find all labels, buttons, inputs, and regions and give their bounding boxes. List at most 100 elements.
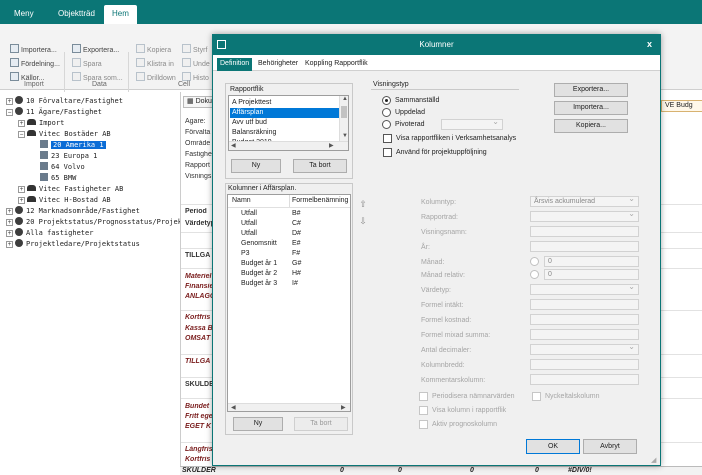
dialog-title-bar[interactable]: Kolumner x	[213, 35, 660, 55]
tree-node[interactable]: 64 Volvo	[40, 162, 85, 173]
scroll-left-icon[interactable]: ◀	[231, 404, 236, 411]
pivoterad-select[interactable]	[441, 117, 503, 130]
col-row-namn[interactable]: Genomsnitt	[241, 240, 277, 247]
chk-periodisera[interactable]	[419, 392, 428, 401]
tree-node[interactable]: + Vitec Fastigheter AB	[18, 184, 123, 195]
kolumner-ta-bort-button[interactable]: Ta bort	[294, 417, 348, 431]
tree-node[interactable]: +12 Marknadsområde/Fastighet	[6, 206, 140, 217]
col-row-formel[interactable]: B#	[292, 210, 301, 217]
move-up-icon[interactable]: ⇧	[357, 198, 369, 210]
rapportflik-ta-bort-button[interactable]: Ta bort	[293, 159, 347, 173]
tree-node[interactable]: 65 BMW	[40, 173, 76, 184]
expand-icon[interactable]: +	[6, 208, 13, 215]
col-row-formel[interactable]: C#	[292, 220, 301, 227]
col-row-namn[interactable]: Budget år 3	[241, 280, 277, 287]
kopiera-button[interactable]: Kopiera	[136, 44, 171, 56]
chk-anvand-projektuppfoljning[interactable]	[383, 148, 392, 157]
drilldown-button[interactable]: Drilldown	[136, 72, 176, 84]
manad-relativ-radio[interactable]	[530, 270, 539, 279]
scroll-down-icon[interactable]: ▼	[342, 133, 348, 139]
col-header-namn[interactable]: Namn	[232, 197, 251, 204]
expand-icon[interactable]: +	[6, 230, 13, 237]
chk-aktiv-prognos[interactable]	[419, 420, 428, 429]
expand-icon[interactable]: +	[18, 120, 25, 127]
expand-icon[interactable]: +	[18, 186, 25, 193]
tree-node[interactable]: − Vitec Bostäder AB	[18, 129, 111, 140]
formel-kostnad-input[interactable]	[530, 314, 639, 325]
tab-objekttrad[interactable]: Objektträd	[50, 5, 103, 24]
formel-mixad-input[interactable]	[530, 329, 639, 340]
col-header-formel[interactable]: Formelbenämning	[292, 197, 348, 204]
move-down-icon[interactable]: ⇩	[357, 215, 369, 227]
scroll-left-icon[interactable]: ◀	[231, 142, 236, 149]
manad-input[interactable]: 0	[544, 256, 639, 267]
kolumnbredd-input[interactable]	[530, 359, 639, 370]
visningsnamn-input[interactable]	[530, 226, 639, 237]
rapportflik-list[interactable]: A Projekttest Affärsplan Avv utf bud Bal…	[228, 95, 349, 151]
styr-button[interactable]: Styrf	[182, 44, 207, 56]
tree-node[interactable]: −11 Ägare/Fastighet	[6, 107, 102, 118]
tree-node[interactable]: + Import	[18, 118, 64, 129]
expand-icon[interactable]: +	[6, 98, 13, 105]
rapportrad-select[interactable]	[530, 209, 639, 222]
col-row-formel[interactable]: I#	[292, 280, 298, 287]
kolumner-ny-button[interactable]: Ny	[233, 417, 283, 431]
col-row-namn[interactable]: Budget år 2	[241, 270, 277, 277]
vertical-scrollbar[interactable]: ▲ ▼	[339, 96, 348, 141]
resize-grip-icon[interactable]: ◢	[651, 456, 656, 464]
radio-pivoterad[interactable]	[382, 120, 391, 129]
scroll-right-icon[interactable]: ▶	[341, 404, 346, 411]
collapse-icon[interactable]: −	[18, 131, 25, 138]
tab-meny[interactable]: Meny	[6, 5, 42, 24]
ar-input[interactable]	[530, 241, 639, 252]
tree-node[interactable]: + Vitec H-Bostad AB	[18, 195, 111, 206]
chk-visa-verksamhetsanalys[interactable]	[383, 134, 392, 143]
importera-button[interactable]: Importera...	[10, 44, 57, 56]
ok-button[interactable]: OK	[526, 439, 580, 454]
manad-relativ-input[interactable]: 0	[544, 269, 639, 280]
kommentarskolumn-input[interactable]	[530, 374, 639, 385]
scroll-thumb[interactable]	[341, 106, 347, 118]
tree-node[interactable]: +20 Projektstatus/Prognosstatus/Projekt	[6, 217, 186, 228]
col-row-namn[interactable]: Budget år 1	[241, 260, 277, 267]
list-item[interactable]: Balansräkning	[232, 128, 276, 138]
kolumntyp-select[interactable]: Årsvis ackumulerad	[530, 194, 639, 207]
klistra-in-button[interactable]: Klistra in	[136, 58, 174, 70]
fordelning-button[interactable]: Fördelning...	[10, 58, 60, 70]
kolumner-list[interactable]: Namn Formelbenämning Utfall B# Utfall C#…	[227, 194, 351, 412]
avbryt-button[interactable]: Avbryt	[583, 439, 637, 454]
expand-icon[interactable]: +	[6, 241, 13, 248]
col-row-namn[interactable]: Utfall	[241, 210, 257, 217]
tab-definition[interactable]: Definition	[217, 58, 253, 71]
tree-node[interactable]: 23 Europa 1	[40, 151, 97, 162]
close-icon[interactable]: x	[647, 39, 652, 49]
col-row-formel[interactable]: E#	[292, 240, 301, 247]
scroll-up-icon[interactable]: ▲	[342, 96, 348, 102]
tree-node[interactable]: + Projektledare/Projektstatus	[6, 239, 140, 250]
expand-icon[interactable]: +	[6, 219, 13, 226]
tree-node[interactable]: + Alla fastigheter	[6, 228, 93, 239]
importera-dialog-button[interactable]: Importera...	[554, 101, 628, 115]
col-row-namn[interactable]: P3	[241, 250, 250, 257]
col-row-formel[interactable]: H#	[292, 270, 301, 277]
tab-koppling-rapportflik[interactable]: Koppling Rapportflik	[302, 58, 371, 71]
vardetyp-select[interactable]	[530, 282, 639, 295]
col-row-namn[interactable]: Utfall	[241, 220, 257, 227]
ve-budget-tab[interactable]: VE Budg	[661, 100, 702, 112]
antal-decimaler-select[interactable]	[530, 342, 639, 355]
tab-hem[interactable]: Hem	[104, 5, 137, 24]
rapportflik-ny-button[interactable]: Ny	[231, 159, 281, 173]
manad-radio[interactable]	[530, 257, 539, 266]
exportera-button[interactable]: Exportera...	[72, 44, 119, 56]
radio-sammanstalld[interactable]	[382, 96, 391, 105]
tab-behorigheter[interactable]: Behörigheter	[255, 58, 301, 71]
collapse-icon[interactable]: −	[6, 109, 13, 116]
unde-button[interactable]: Unde	[182, 58, 210, 70]
col-row-formel[interactable]: D#	[292, 230, 301, 237]
exportera-dialog-button[interactable]: Exportera...	[554, 83, 628, 97]
horizontal-scrollbar[interactable]: ◀ ▶	[228, 403, 350, 411]
col-row-namn[interactable]: Utfall	[241, 230, 257, 237]
tree-node[interactable]: +10 Förvaltare/Fastighet	[6, 96, 123, 107]
expand-icon[interactable]: +	[18, 197, 25, 204]
scroll-right-icon[interactable]: ▶	[329, 142, 334, 149]
